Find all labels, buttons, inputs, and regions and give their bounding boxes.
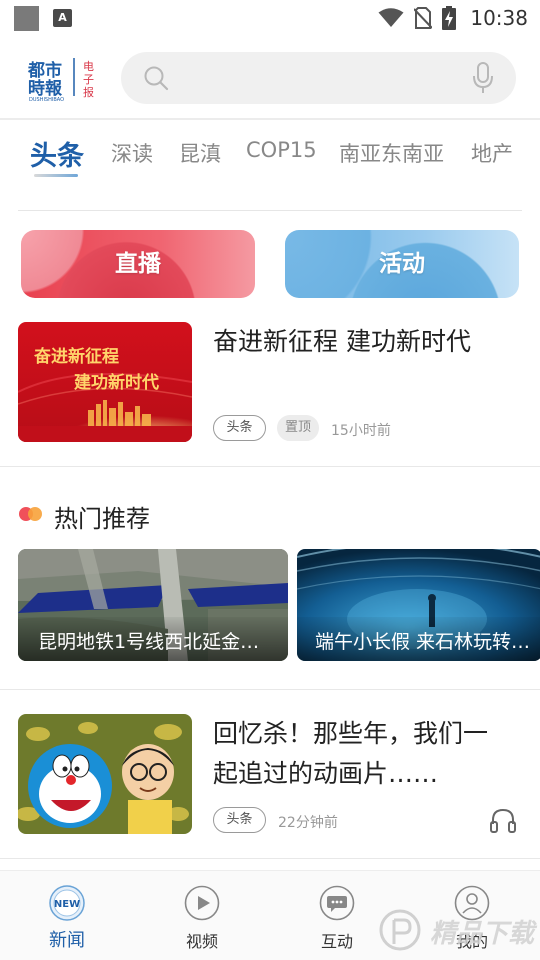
thumbnail-graphic: 奋进新征程 建功新时代 [18, 322, 192, 442]
news-time: 22分钟前 [278, 815, 338, 831]
nav-label: 新闻 [49, 930, 85, 951]
notification-a-icon: A [53, 9, 72, 27]
tab-toutiao[interactable]: 头条 [30, 134, 84, 173]
tab-shendu[interactable]: 深读 [111, 138, 153, 168]
divider [0, 689, 540, 690]
hot-card[interactable]: 昆明地铁1号线西北延金… [18, 549, 288, 661]
divider [0, 466, 540, 467]
hot-dots-icon [19, 507, 42, 521]
section-title-hot: 热门推荐 [54, 505, 150, 533]
microphone-icon[interactable] [472, 62, 494, 94]
activity-button-label: 活动 [379, 251, 425, 277]
tab-nanya[interactable]: 南亚东南亚 [339, 138, 444, 168]
news-title[interactable]: 奋进新征程 建功新时代 [213, 322, 513, 362]
app-logo[interactable]: 都市 時報 DUSHISHIBAO 电 子 报 [26, 54, 102, 103]
status-bar-right: 10:38 [378, 4, 528, 32]
headphones-icon[interactable] [489, 806, 517, 834]
active-tab-indicator [34, 174, 78, 177]
watermark-text: 精品下载 [430, 919, 538, 949]
svg-text:DUSHISHIBAO: DUSHISHIBAO [29, 97, 64, 102]
status-bar: A 10:38 [0, 0, 540, 36]
logo-mark: 都市 時報 DUSHISHIBAO 电 子 报 [27, 58, 94, 103]
news-tag: 头条 [213, 807, 266, 833]
thumbnail-graphic [18, 714, 192, 834]
battery-charging-icon [442, 6, 457, 30]
svg-text:报: 报 [83, 85, 94, 99]
news-thumbnail: 奋进新征程 建功新时代 [18, 322, 192, 442]
news-tag: 头条 [213, 415, 266, 441]
nav-video[interactable]: 视频 [147, 871, 257, 960]
thumb-line2: 建功新时代 [74, 372, 159, 393]
svg-text:都市: 都市 [27, 60, 62, 81]
activity-button[interactable]: 活动 [285, 230, 519, 298]
chat-icon [319, 885, 355, 921]
search-bar[interactable] [121, 52, 516, 104]
video-play-icon [184, 885, 220, 921]
svg-text:時報: 時報 [28, 78, 63, 99]
nav-news[interactable]: NEW 新闻 [12, 871, 122, 960]
live-button-label: 直播 [115, 251, 161, 277]
watermark-logo: 精品下载 [379, 909, 538, 951]
divider [18, 210, 522, 211]
hot-card-caption: 昆明地铁1号线西北延金… [38, 631, 260, 653]
no-sim-icon [414, 7, 433, 29]
svg-text:电: 电 [83, 60, 94, 73]
hot-card-caption: 端午小长假 来石林玩转… [315, 631, 531, 653]
live-button[interactable]: 直播 [21, 230, 255, 298]
clock: 10:38 [470, 6, 528, 30]
tab-kundian[interactable]: 昆滇 [179, 138, 221, 168]
news-badge: NEW [54, 899, 80, 910]
tab-cop15[interactable]: COP15 [246, 138, 317, 162]
news-icon: NEW [49, 885, 85, 921]
pinned-badge: 置顶 [277, 415, 319, 441]
news-title[interactable]: 回忆杀！那些年，我们一起追过的动画片…… [213, 714, 503, 794]
channel-tabs: 头条 深读 昆滇 COP15 南亚东南亚 地产 [0, 124, 540, 188]
search-icon [144, 66, 169, 91]
wifi-icon [378, 8, 404, 27]
notification-square-icon [14, 6, 39, 31]
app-header: 都市 時報 DUSHISHIBAO 电 子 报 [0, 36, 540, 120]
tab-dichan[interactable]: 地产 [471, 138, 513, 168]
thumb-line1: 奋进新征程 [33, 346, 119, 367]
nav-label: 视频 [185, 932, 218, 951]
svg-text:子: 子 [83, 73, 94, 86]
search-input[interactable] [181, 62, 461, 94]
hot-card[interactable]: 端午小长假 来石林玩转… [297, 549, 540, 661]
news-time: 15小时前 [331, 423, 391, 439]
news-thumbnail [18, 714, 192, 834]
divider [0, 858, 540, 859]
